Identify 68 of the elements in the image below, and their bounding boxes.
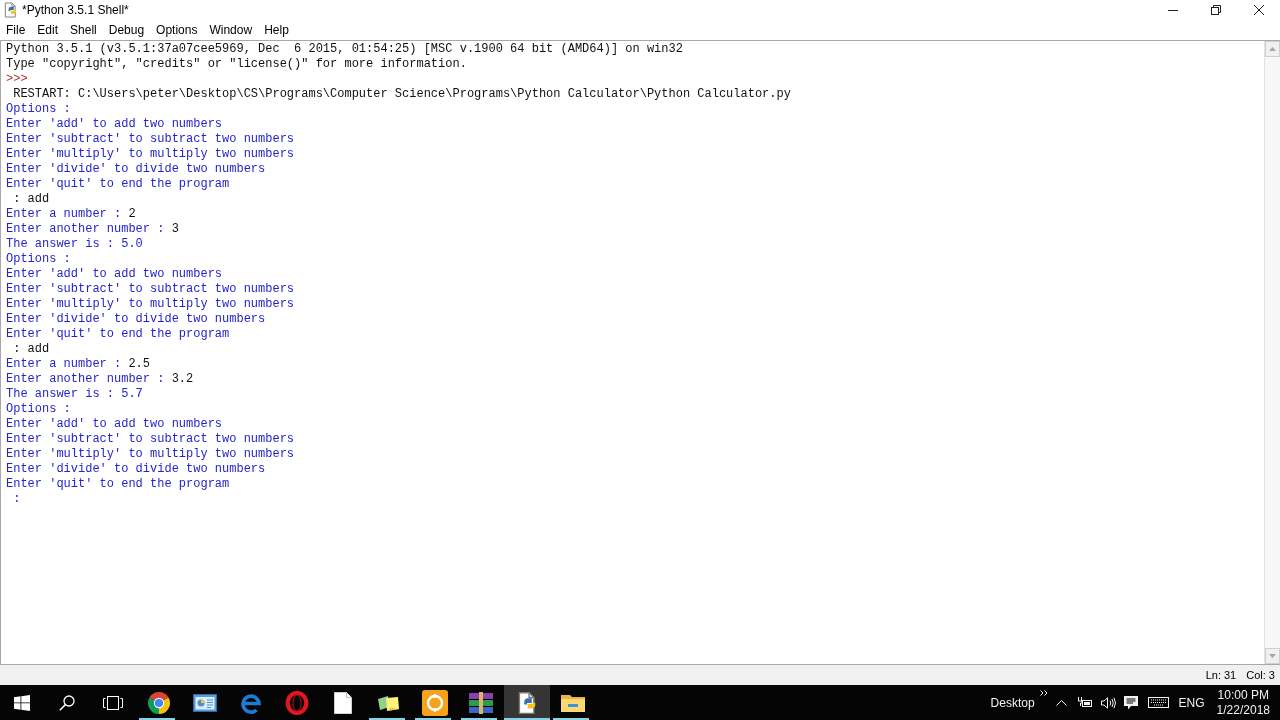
menu-item[interactable]: Shell (64, 20, 103, 40)
shell-line: Enter a number : 2 (6, 207, 136, 222)
speaker-icon (1100, 696, 1116, 709)
shell-line: : add (12, 192, 50, 207)
triangle-up-icon (1269, 47, 1276, 51)
shell-line: Enter 'subtract' to subtract two numbers (6, 282, 295, 297)
double-chevron-icon (1039, 690, 1048, 696)
restore-icon (1210, 5, 1221, 15)
task-view-icon (103, 695, 123, 710)
chevron-up-icon (1055, 699, 1067, 706)
notification-icon (1123, 695, 1138, 710)
segmented-circle-icon (147, 690, 171, 715)
ring-logo-icon (285, 690, 309, 715)
shell-line: Enter 'multiply' to multiply two numbers (6, 297, 295, 312)
shell-line: Enter a number : 2.5 (6, 357, 151, 372)
taskbar-button[interactable] (504, 685, 550, 720)
shell-line: Enter 'add' to add two numbers (6, 117, 223, 132)
clock-time[interactable]: 10:00 PM (1217, 687, 1269, 703)
line-indicator: Ln: 31 (1205, 667, 1237, 683)
menu-item[interactable]: Help (258, 20, 295, 40)
column-indicator: Col: 3 (1246, 667, 1275, 683)
shell-line: Python 3.5.1 (v3.5.1:37a07cee5969, Dec 6 2015, 01:54:25) [MSC v.1900 64 bit (AMD64)] on win32 (6, 42, 683, 57)
coin-tile-icon (422, 689, 448, 716)
shell-line: Enter 'divide' to divide two numbers (6, 462, 266, 477)
menu-item[interactable]: Window (203, 20, 259, 40)
shell-line: Enter 'divide' to divide two numbers (6, 162, 266, 177)
shell-line: Enter 'divide' to divide two numbers (6, 312, 266, 327)
minimize-icon (1167, 9, 1178, 11)
desktop-toolbar-label[interactable]: Desktop (990, 693, 1035, 712)
shell-line: Options : (6, 402, 71, 417)
stacked-books-icon (468, 691, 494, 714)
keyboard-icon (1147, 697, 1169, 708)
shell-line: Enter 'quit' to end the program (6, 327, 230, 342)
shell-line: Type "copyright", "credits" or "license()" for more information. (6, 57, 467, 72)
clock-date[interactable]: 1/22/2018 (1216, 702, 1270, 718)
document-icon (334, 691, 352, 714)
close-icon (1253, 5, 1264, 15)
windows-logo-icon (14, 694, 30, 711)
window-chart-icon (193, 692, 217, 713)
shell-line: The answer is : 5.0 (6, 237, 143, 252)
shell-line: Enter 'quit' to end the program (6, 477, 230, 492)
shell-line: Enter another number : 3.2 (6, 372, 194, 387)
shell-line: Enter 'add' to add two numbers (6, 267, 223, 282)
shell-line: Enter 'multiply' to multiply two numbers (6, 447, 295, 462)
document-logo-icon (516, 690, 538, 715)
triangle-down-icon (1269, 654, 1276, 658)
folder-icon (561, 692, 585, 713)
shell-line: Enter another number : 3 (6, 222, 179, 237)
language-indicator[interactable]: ENG (1178, 693, 1205, 712)
shell-line: Options : (6, 102, 71, 117)
shell-line: RESTART: C:\Users\peter\Desktop\CS\Programs\Computer Science\Programs\Python Calculator\Python Calculator.py (12, 87, 791, 102)
shell-line: Enter 'subtract' to subtract two numbers (6, 432, 295, 447)
shell-line: Options : (6, 252, 71, 267)
shell-line: >>> (6, 72, 29, 87)
shell-line: Enter 'add' to add two numbers (6, 417, 223, 432)
menu-item[interactable]: Debug (102, 20, 151, 40)
search-icon (59, 694, 75, 711)
shell-line: Enter 'subtract' to subtract two numbers (6, 132, 295, 147)
battery-icon (1077, 697, 1093, 708)
shell-line: Enter 'multiply' to multiply two numbers (6, 147, 295, 162)
shell-line: : add (12, 342, 50, 357)
shell-line: Enter 'quit' to end the program (6, 177, 230, 192)
window-title: *Python 3.5.1 Shell* (22, 2, 129, 19)
shell-line: : (12, 492, 21, 507)
menu-item[interactable]: Options (150, 20, 204, 40)
menu-item[interactable]: Edit (31, 20, 65, 40)
menu-item[interactable]: File (0, 20, 32, 40)
shell-line: The answer is : 5.7 (6, 387, 143, 402)
